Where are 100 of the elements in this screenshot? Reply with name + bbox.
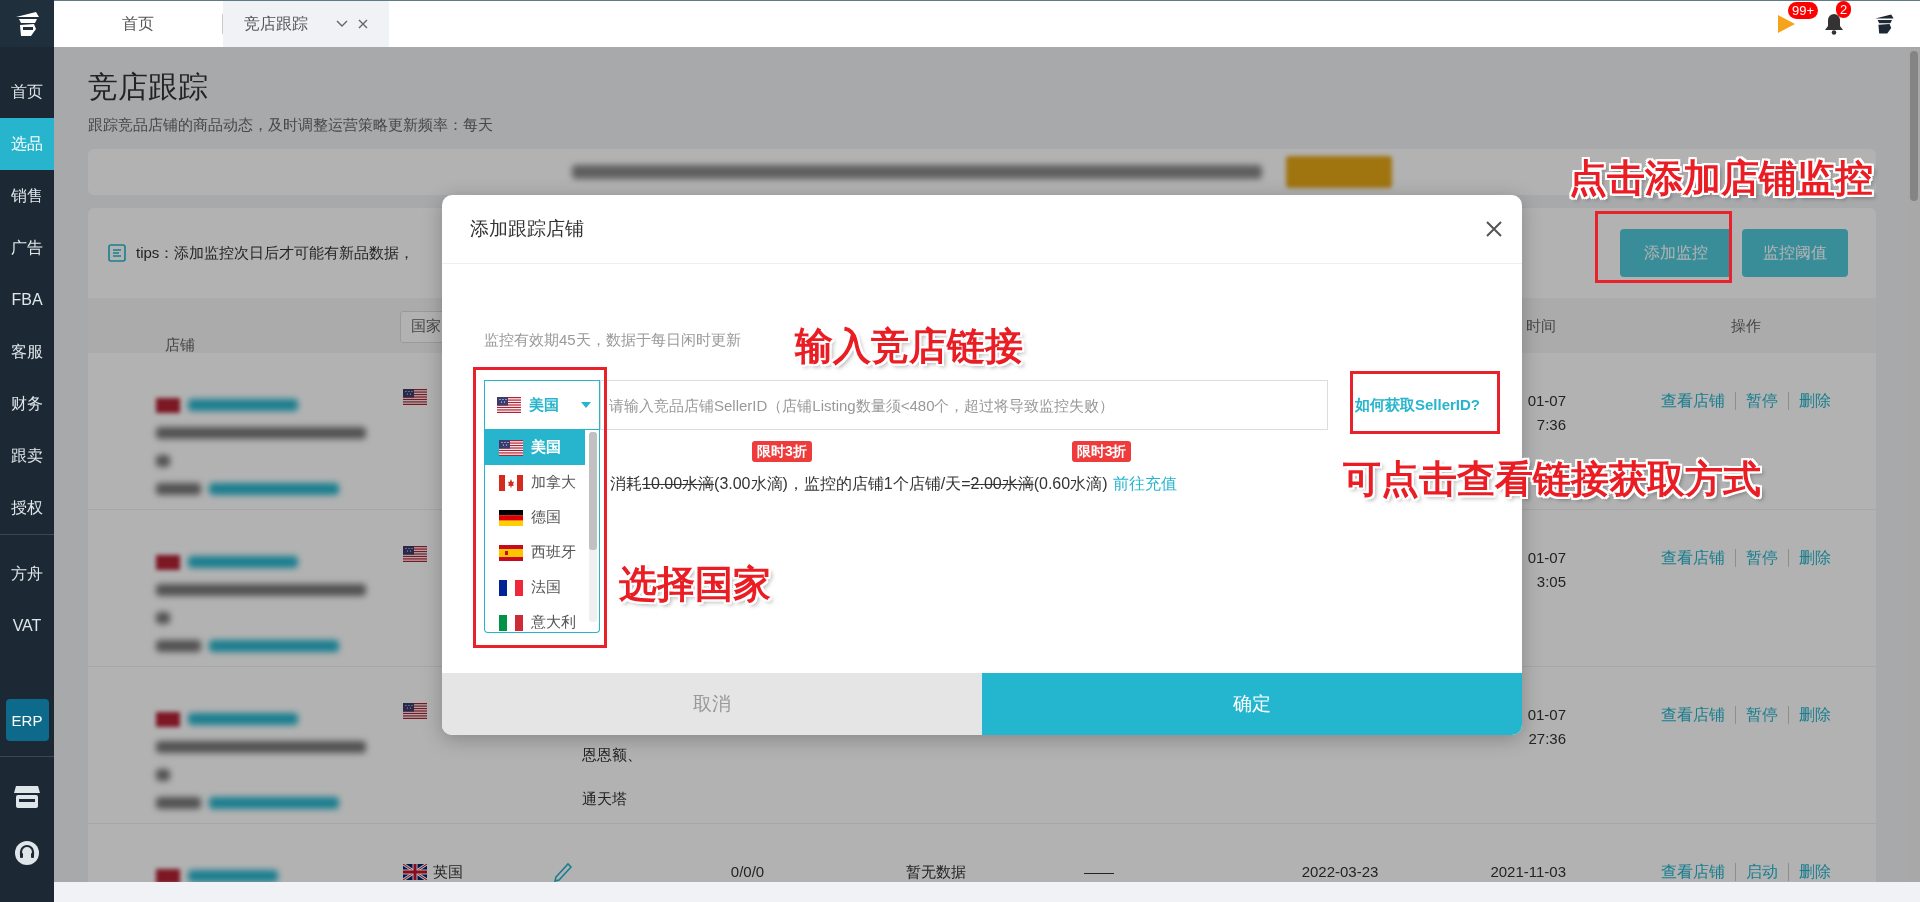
table-cell: —— bbox=[1084, 863, 1114, 880]
flag-icon bbox=[499, 509, 523, 526]
confirm-button[interactable]: 确定 bbox=[982, 673, 1522, 735]
modal-title: 添加跟踪店铺 bbox=[470, 217, 584, 241]
action-link[interactable]: 删除 bbox=[1799, 860, 1831, 882]
table-cell-text: 2022-03-23 bbox=[1301, 862, 1379, 882]
redacted-flag bbox=[156, 711, 180, 727]
pricing-text: 消耗10.00水滴(3.00水滴)，监控的店铺1个店铺/天=2.00水滴(0.60水滴) 前往充值 bbox=[610, 474, 1178, 494]
guide-label: 可点击查看链接获取方式 bbox=[1343, 457, 1761, 501]
sidebar-item[interactable]: 财务 bbox=[0, 378, 54, 430]
page-subtitle: 跟踪竞品店铺的商品动态，及时调整运营策略更新频率：每天 bbox=[88, 115, 494, 135]
recharge-link[interactable]: 前往充值 bbox=[1113, 475, 1178, 492]
toolbar-button[interactable]: 监控阈值 bbox=[1742, 229, 1848, 277]
table-cell-text: 01-07 bbox=[1527, 705, 1566, 725]
help-link[interactable]: 如何获取SellerID? bbox=[1354, 395, 1480, 415]
flag-icon bbox=[499, 439, 523, 456]
action-link[interactable]: 暂停 bbox=[1746, 389, 1778, 413]
action-link[interactable]: 查看店铺 bbox=[1661, 546, 1725, 570]
action-link[interactable]: 暂停 bbox=[1746, 546, 1778, 570]
redacted-flag bbox=[156, 868, 180, 882]
table-cell: 暂无数据 bbox=[906, 863, 966, 880]
toolbar-button[interactable]: 添加监控 bbox=[1620, 229, 1732, 277]
flag-icon bbox=[497, 397, 521, 413]
discount-badge: 限时3折 bbox=[1071, 441, 1132, 462]
table-cell-text: 英国 bbox=[433, 862, 463, 882]
country-option[interactable]: 德国 bbox=[485, 500, 585, 535]
column-header: 店铺 bbox=[165, 336, 195, 353]
table-cell-text: 01-07 bbox=[1527, 548, 1566, 568]
flag-icon[interactable] bbox=[1776, 14, 1796, 34]
action-link[interactable]: 删除 bbox=[1799, 546, 1831, 570]
flag-icon bbox=[499, 544, 523, 561]
guide-label: 点击添加店铺监控 bbox=[1569, 156, 1873, 200]
table-cell-text: 27:36 bbox=[1528, 729, 1566, 749]
validity-note: 监控有效期45天，数据于每日闲时更新 bbox=[484, 330, 741, 350]
table-cell-text: 2021-11-03 bbox=[1490, 862, 1566, 882]
sidebar-item[interactable]: 跟卖 bbox=[0, 430, 54, 482]
support-icon[interactable] bbox=[14, 840, 40, 866]
sidebar-item[interactable]: 方舟 bbox=[0, 548, 54, 600]
redacted-text bbox=[156, 769, 170, 781]
column-header: 时间 bbox=[1526, 317, 1556, 334]
sidebar-item[interactable]: FBA bbox=[0, 274, 54, 326]
flag-icon bbox=[403, 389, 427, 405]
scrollbar-thumb[interactable] bbox=[589, 432, 597, 550]
table-cell-text: 7:36 bbox=[1536, 415, 1566, 435]
table-cell: 0/0/0 bbox=[730, 863, 765, 880]
caret-icon[interactable] bbox=[336, 20, 348, 28]
note-icon bbox=[108, 244, 126, 262]
tips-text: tips：添加监控次日后才可能有新品数据， bbox=[136, 243, 415, 263]
redacted-text bbox=[156, 640, 201, 652]
tag-text: 恩恩额、 bbox=[582, 745, 642, 765]
sidebar-item[interactable]: 客服 bbox=[0, 326, 54, 378]
action-link[interactable]: 查看店铺 bbox=[1661, 389, 1725, 413]
page-tab[interactable]: 竞店跟踪 bbox=[223, 1, 389, 47]
country-option[interactable]: 意大利 bbox=[485, 605, 585, 632]
count-badge: 99+ bbox=[1788, 2, 1819, 19]
flag-icon bbox=[403, 703, 427, 719]
action-link[interactable]: 查看店铺 bbox=[1661, 860, 1725, 882]
redacted-flag bbox=[156, 397, 180, 413]
country-option[interactable]: 美国 bbox=[485, 430, 585, 465]
action-link[interactable]: 暂停 bbox=[1746, 703, 1778, 727]
country-option[interactable]: 加拿大 bbox=[485, 465, 585, 500]
action-link[interactable]: 查看店铺 bbox=[1661, 703, 1725, 727]
close-icon[interactable] bbox=[358, 19, 368, 29]
scrollbar-track[interactable] bbox=[589, 432, 597, 622]
table-cell-text: 01-07 bbox=[1527, 391, 1566, 411]
sidebar-item[interactable]: VAT bbox=[0, 600, 54, 652]
discount-badge: 限时3折 bbox=[752, 441, 812, 462]
country-option[interactable]: 法国 bbox=[485, 570, 585, 605]
country-option[interactable]: 西班牙 bbox=[485, 535, 585, 570]
guide-label: 输入竞店链接 bbox=[795, 324, 1023, 368]
sidebar-item[interactable]: 广告 bbox=[0, 222, 54, 274]
column-header: 操作 bbox=[1731, 317, 1761, 334]
guide-label: 选择国家 bbox=[619, 562, 771, 606]
store-icon[interactable] bbox=[13, 784, 41, 810]
redacted-text bbox=[156, 612, 170, 624]
table-cell-text: 3:05 bbox=[1536, 572, 1566, 592]
flag-icon bbox=[499, 474, 523, 491]
page-title: 竞店跟踪 bbox=[88, 69, 209, 105]
cancel-button[interactable]: 取消 bbox=[442, 673, 982, 735]
close-icon[interactable] bbox=[1486, 221, 1502, 237]
redacted-text bbox=[156, 483, 201, 495]
redacted-text bbox=[156, 797, 201, 809]
action-link[interactable]: 启动 bbox=[1746, 860, 1778, 882]
scrollbar-thumb[interactable] bbox=[1910, 51, 1918, 201]
page-tab[interactable]: 首页 bbox=[54, 1, 222, 47]
redacted-flag bbox=[156, 554, 180, 570]
bell-icon[interactable] bbox=[1824, 13, 1844, 35]
action-link[interactable]: 删除 bbox=[1799, 389, 1831, 413]
flag-icon bbox=[499, 579, 523, 596]
sidebar-item[interactable]: 销售 bbox=[0, 170, 54, 222]
action-link[interactable]: 删除 bbox=[1799, 703, 1831, 727]
erp-button[interactable]: ERP bbox=[5, 699, 49, 741]
tag-text: 通天塔 bbox=[582, 789, 628, 809]
sidebar-item[interactable]: 首页 bbox=[0, 66, 54, 118]
redacted-text bbox=[156, 455, 170, 467]
flag-icon bbox=[499, 614, 523, 631]
sidebar-item[interactable]: 授权 bbox=[0, 482, 54, 534]
count-badge: 2 bbox=[1836, 1, 1852, 18]
flag-icon bbox=[403, 546, 427, 562]
sidebar-item[interactable]: 选品 bbox=[0, 118, 54, 170]
